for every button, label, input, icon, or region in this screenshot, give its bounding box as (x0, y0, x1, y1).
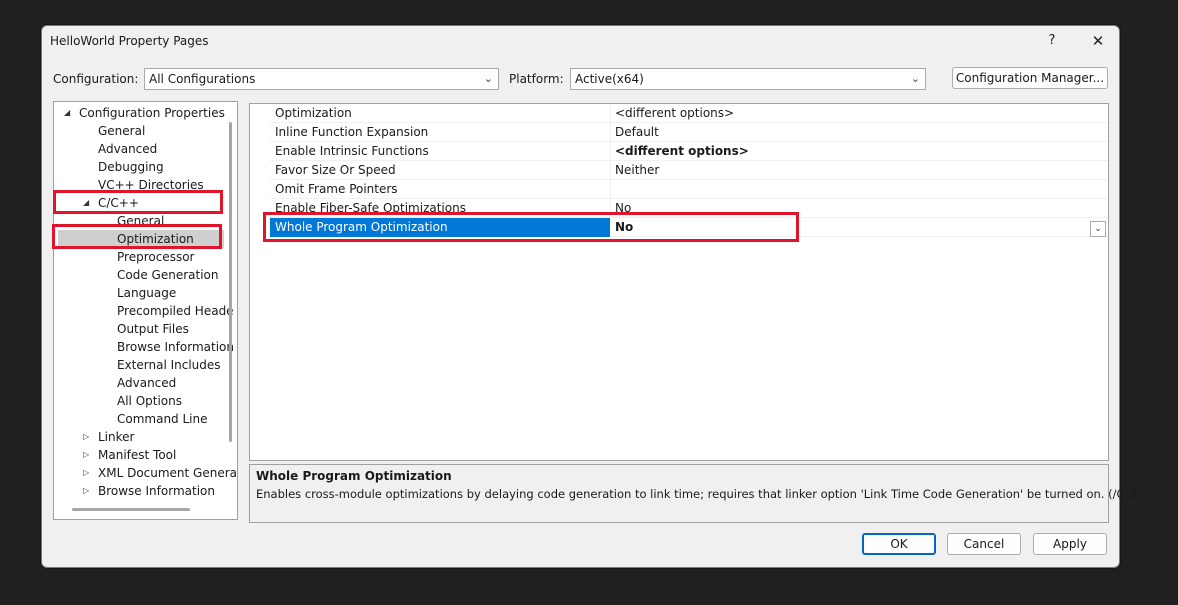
tree-item-optimization[interactable]: Optimization (58, 230, 224, 248)
platform-value: Active(x64) (575, 72, 644, 86)
column-divider (610, 161, 611, 180)
tree-item-preprocessor[interactable]: Preprocessor (117, 248, 194, 266)
property-name: Optimization (275, 106, 352, 120)
tree-item-command-line[interactable]: Command Line (117, 410, 208, 428)
tree-item-label: Configuration Properties (79, 106, 225, 120)
expanded-arrow-icon: ◢ (64, 108, 71, 117)
configuration-value: All Configurations (149, 72, 256, 86)
grid-row-enable-fiber-safe-optimizations[interactable]: Enable Fiber-Safe Optimizations No (270, 199, 1108, 218)
property-name: Favor Size Or Speed (275, 163, 396, 177)
property-tree: ◢ Configuration Properties General Advan… (53, 101, 238, 520)
tree-item-advanced[interactable]: Advanced (98, 140, 157, 158)
collapsed-arrow-icon: ▷ (83, 432, 90, 441)
grid-row-favor-size-or-speed[interactable]: Favor Size Or Speed Neither (270, 161, 1108, 180)
tree-item-debugging[interactable]: Debugging (98, 158, 164, 176)
expanded-arrow-icon: ◢ (83, 198, 90, 207)
configuration-select[interactable]: All Configurations ⌄ (144, 68, 499, 90)
tree-item-precompiled-headers[interactable]: Precompiled Heade (117, 302, 234, 320)
chevron-down-icon: ⌄ (910, 72, 920, 85)
column-divider (610, 123, 611, 142)
tree-item-all-options[interactable]: All Options (117, 392, 182, 410)
property-value: <different options> (615, 106, 735, 120)
property-name: Whole Program Optimization (275, 220, 448, 234)
column-divider (610, 142, 611, 161)
tree-item-output-files[interactable]: Output Files (117, 320, 189, 338)
property-name: Enable Fiber-Safe Optimizations (275, 201, 466, 215)
value-dropdown-button[interactable]: ⌄ (1090, 221, 1106, 237)
property-value: No (615, 201, 632, 215)
grid-row-enable-intrinsic-functions[interactable]: Enable Intrinsic Functions <different op… (270, 142, 1108, 161)
apply-button[interactable]: Apply (1033, 533, 1107, 555)
property-grid: Optimization <different options> Inline … (249, 103, 1109, 461)
property-value: Default (615, 125, 659, 139)
help-button[interactable]: ? (1037, 30, 1067, 52)
configuration-manager-button[interactable]: Configuration Manager... (952, 67, 1108, 89)
chevron-down-icon: ⌄ (483, 72, 493, 85)
configuration-label: Configuration: (53, 72, 139, 86)
grid-row-omit-frame-pointers[interactable]: Omit Frame Pointers (270, 180, 1108, 199)
tree-item-label: Linker (98, 430, 135, 444)
column-divider (610, 199, 611, 218)
grid-row-optimization[interactable]: Optimization <different options> (270, 104, 1108, 123)
description-title: Whole Program Optimization (256, 469, 452, 483)
property-name: Enable Intrinsic Functions (275, 144, 429, 158)
grid-row-whole-program-optimization[interactable]: Whole Program Optimization No (270, 218, 1108, 237)
platform-select[interactable]: Active(x64) ⌄ (570, 68, 926, 90)
property-name: Omit Frame Pointers (275, 182, 398, 196)
tree-item-language[interactable]: Language (117, 284, 176, 302)
ok-button[interactable]: OK (862, 533, 936, 555)
platform-label: Platform: (509, 72, 564, 86)
tree-item-label: C/C++ (98, 196, 139, 210)
tree-item-vc-directories[interactable]: VC++ Directories (98, 176, 204, 194)
tree-item-general[interactable]: General (98, 122, 145, 140)
tree-item-external-includes[interactable]: External Includes (117, 356, 221, 374)
description-panel: Whole Program Optimization Enables cross… (249, 464, 1136, 523)
grid-row-inline-function-expansion[interactable]: Inline Function Expansion Default (270, 123, 1108, 142)
tree-item-code-generation[interactable]: Code Generation (117, 266, 218, 284)
property-pages-dialog: HelloWorld Property Pages ? ✕ Configurat… (41, 25, 1136, 568)
tree-item-cpp-advanced[interactable]: Advanced (117, 374, 176, 392)
tree-vertical-scrollbar[interactable] (229, 122, 232, 442)
collapsed-arrow-icon: ▷ (83, 450, 90, 459)
tree-horizontal-scrollbar[interactable] (72, 508, 190, 511)
property-value: Neither (615, 163, 660, 177)
cancel-button[interactable]: Cancel (947, 533, 1021, 555)
collapsed-arrow-icon: ▷ (83, 486, 90, 495)
column-divider (610, 180, 611, 199)
collapsed-arrow-icon: ▷ (83, 468, 90, 477)
tree-item-cpp-general[interactable]: General (117, 212, 164, 230)
property-value: No (615, 220, 634, 234)
window-title: HelloWorld Property Pages (50, 34, 209, 48)
tree-item-browse-information[interactable]: Browse Information (117, 338, 234, 356)
tree-item-label: Manifest Tool (98, 448, 177, 462)
tree-item-label: Browse Information (98, 484, 215, 498)
close-button[interactable]: ✕ (1083, 30, 1113, 52)
property-name: Inline Function Expansion (275, 125, 429, 139)
description-text: Enables cross-module optimizations by de… (256, 487, 1137, 501)
tree-item-label: Optimization (117, 232, 194, 246)
tree-item-label: XML Document Genera (98, 466, 238, 480)
property-value: <different options> (615, 144, 749, 158)
title-bar: HelloWorld Property Pages ? ✕ (42, 26, 1119, 56)
column-divider (610, 104, 611, 123)
